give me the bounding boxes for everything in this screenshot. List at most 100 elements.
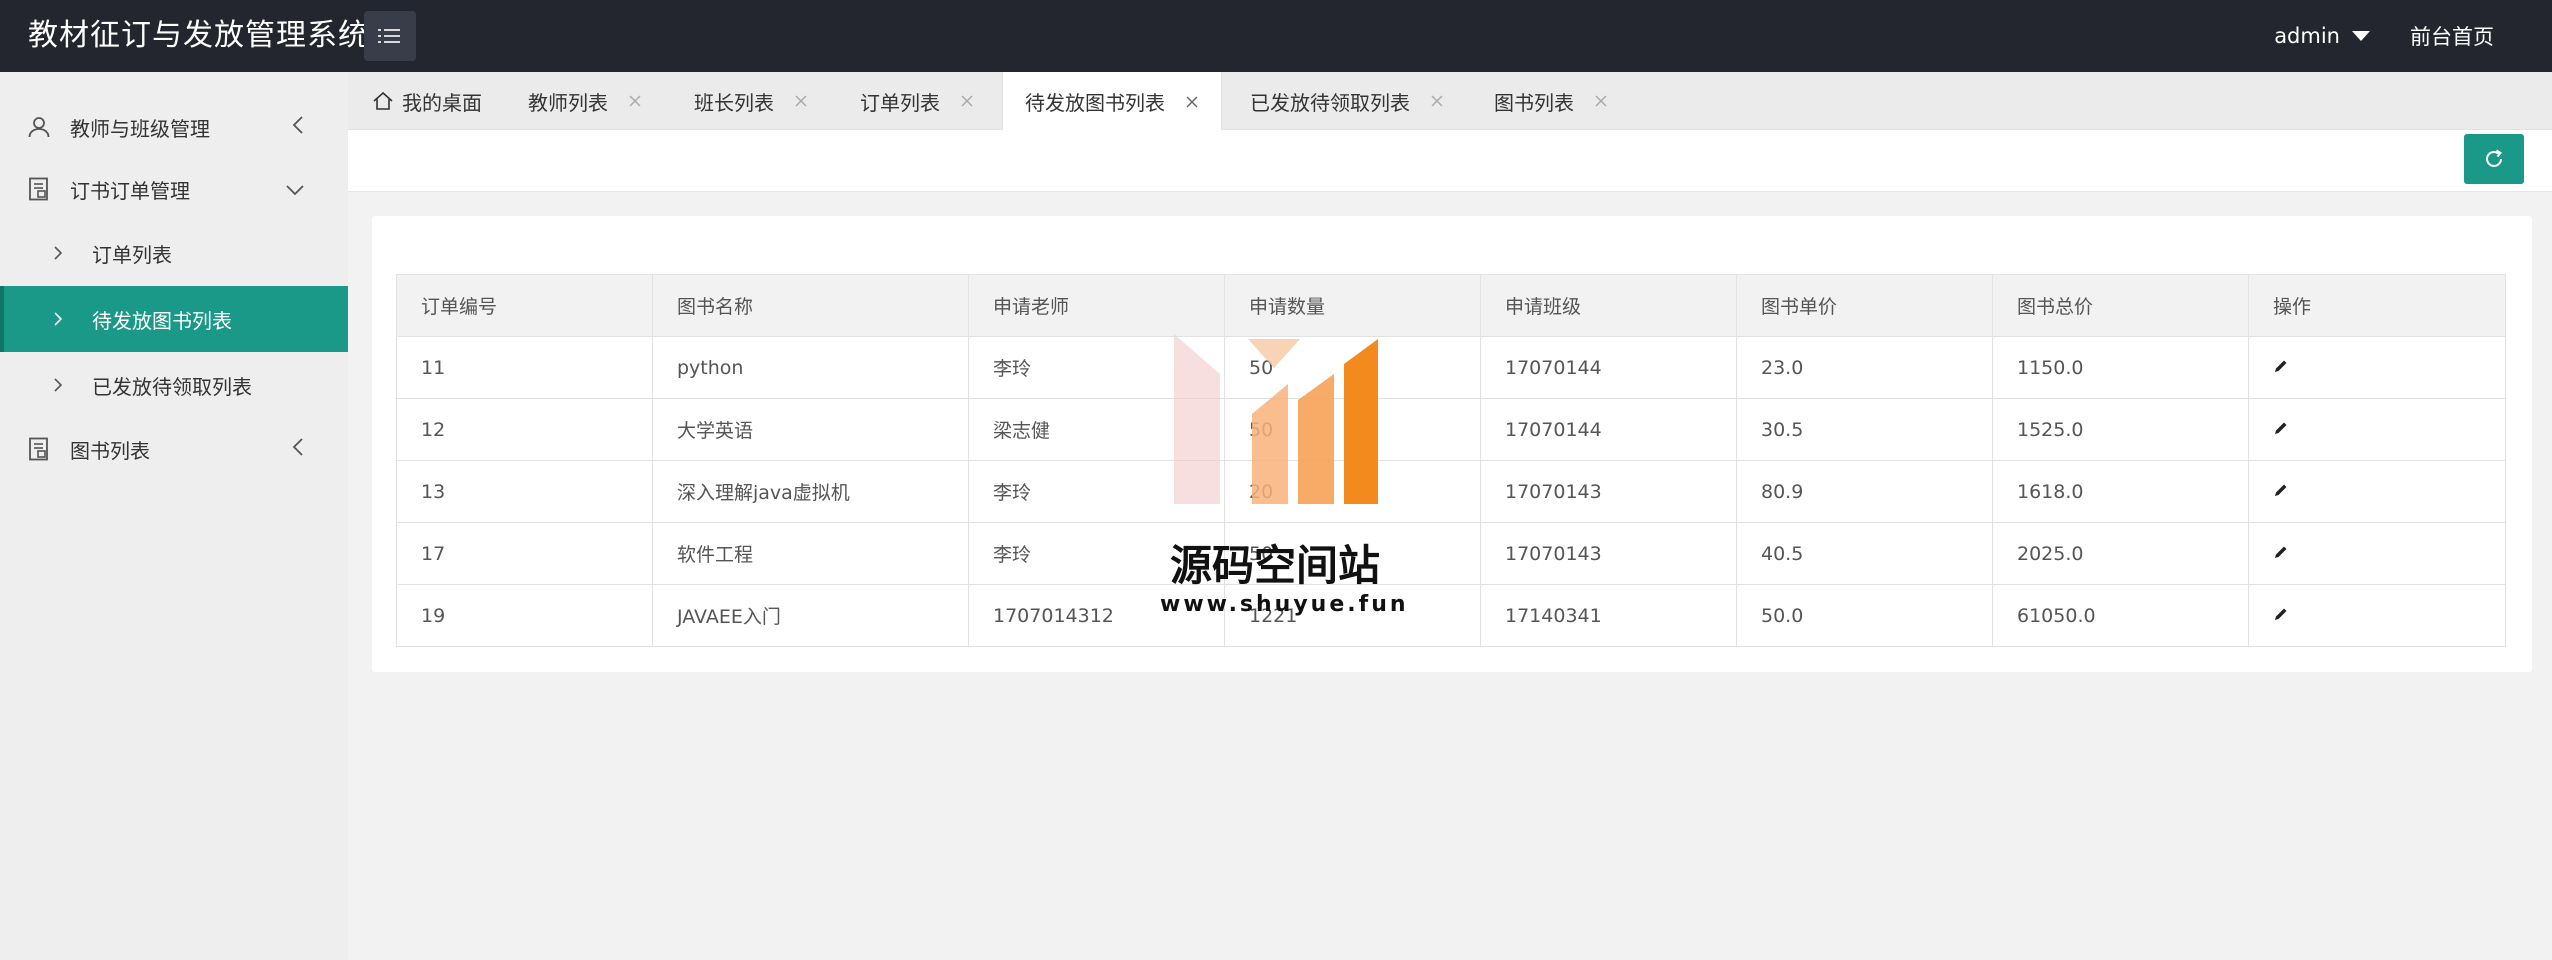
sidebar-group-teacher-class[interactable]: 教师与班级管理	[0, 96, 348, 158]
close-icon[interactable]	[628, 94, 642, 108]
tab-label: 待发放图书列表	[1025, 91, 1165, 115]
tab-label: 已发放待领取列表	[1250, 90, 1410, 115]
cell-class: 17140341	[1480, 584, 1737, 647]
list-icon	[378, 29, 400, 43]
cell-actions	[2248, 584, 2506, 647]
close-icon[interactable]	[1430, 94, 1444, 108]
top-header: 教材征订与发放管理系统 admin 前台首页	[0, 0, 2552, 72]
cell-teacher: 李玲	[968, 522, 1225, 585]
table-row: 19 JAVAEE入门 1707014312 1221 17140341 50.…	[396, 584, 2506, 647]
app-title: 教材征订与发放管理系统	[28, 18, 369, 53]
cell-book-name: 深入理解java虚拟机	[652, 460, 969, 523]
cell-order-id: 11	[396, 336, 653, 399]
cell-total-price: 1525.0	[1992, 398, 2249, 461]
tab-teacher-list[interactable]: 教师列表	[528, 72, 642, 130]
table-row: 12 大学英语 梁志健 50 17070144 30.5 1525.0	[396, 398, 2506, 461]
cell-class: 17070143	[1480, 522, 1737, 585]
toolbar	[348, 130, 2552, 192]
cell-class: 17070144	[1480, 398, 1737, 461]
close-icon[interactable]	[794, 94, 808, 108]
cell-unit-price: 40.5	[1736, 522, 1993, 585]
chevron-right-icon	[54, 373, 63, 397]
cell-unit-price: 80.9	[1736, 460, 1993, 523]
close-icon[interactable]	[960, 94, 974, 108]
home-icon	[373, 91, 393, 110]
close-icon[interactable]	[1594, 94, 1608, 108]
cell-book-name: python	[652, 336, 969, 399]
cell-total-price: 61050.0	[1992, 584, 2249, 647]
pending-books-table: 订单编号 图书名称 申请老师 申请数量 申请班级 图书单价 图书总价 操作 11…	[396, 274, 2506, 647]
menu-toggle-button[interactable]	[364, 11, 416, 61]
sidebar-group-orders[interactable]: 订书订单管理	[0, 158, 348, 220]
user-icon	[26, 114, 52, 140]
cell-teacher: 1707014312	[968, 584, 1225, 647]
column-header: 图书名称	[652, 274, 969, 337]
tab-issued-unclaimed[interactable]: 已发放待领取列表	[1250, 72, 1444, 130]
cell-quantity: 20	[1224, 460, 1481, 523]
chevron-down-icon	[286, 177, 304, 201]
tab-label: 图书列表	[1494, 90, 1574, 115]
cell-total-price: 1150.0	[1992, 336, 2249, 399]
cell-unit-price: 23.0	[1736, 336, 1993, 399]
frontend-home-link[interactable]: 前台首页	[2410, 21, 2494, 51]
tab-order-list[interactable]: 订单列表	[860, 72, 974, 130]
cell-order-id: 17	[396, 522, 653, 585]
cell-book-name: 软件工程	[652, 522, 969, 585]
cell-teacher: 梁志健	[968, 398, 1225, 461]
cell-teacher: 李玲	[968, 336, 1225, 399]
sidebar-item-label: 已发放待领取列表	[92, 374, 252, 399]
cell-order-id: 12	[396, 398, 653, 461]
cell-quantity: 1221	[1224, 584, 1481, 647]
edit-icon[interactable]	[2273, 357, 2289, 379]
tab-monitor-list[interactable]: 班长列表	[694, 72, 808, 130]
column-header: 申请数量	[1224, 274, 1481, 337]
cell-teacher: 李玲	[968, 460, 1225, 523]
tab-label: 订单列表	[860, 90, 940, 115]
sidebar-item-label: 待发放图书列表	[92, 308, 232, 333]
sidebar-item-issued-unclaimed[interactable]: 已发放待领取列表	[0, 352, 348, 418]
refresh-button[interactable]	[2464, 134, 2524, 184]
table-row: 17 软件工程 李玲 50 17070143 40.5 2025.0	[396, 522, 2506, 585]
cell-class: 17070143	[1480, 460, 1737, 523]
document-icon	[26, 436, 52, 462]
tab-pending-books[interactable]: 待发放图书列表	[1002, 72, 1222, 131]
tab-my-desktop[interactable]: 我的桌面	[372, 72, 482, 130]
column-header: 图书单价	[1736, 274, 1993, 337]
column-header: 操作	[2248, 274, 2506, 337]
column-header: 订单编号	[396, 274, 653, 337]
sidebar-group-books[interactable]: 图书列表	[0, 418, 348, 480]
sidebar-item-order-list[interactable]: 订单列表	[0, 220, 348, 286]
edit-icon[interactable]	[2273, 419, 2289, 441]
edit-icon[interactable]	[2273, 605, 2289, 627]
user-menu[interactable]: admin	[2274, 24, 2370, 48]
username: admin	[2274, 24, 2340, 48]
tab-label: 班长列表	[694, 90, 774, 115]
cell-class: 17070144	[1480, 336, 1737, 399]
cell-unit-price: 50.0	[1736, 584, 1993, 647]
cell-actions	[2248, 522, 2506, 585]
tab-bar: 我的桌面 教师列表 班长列表 订单列表 待发放图书列表 已发放待领取列表 图书列…	[348, 72, 2552, 131]
sidebar-item-pending-books[interactable]: 待发放图书列表	[0, 286, 348, 352]
cell-book-name: JAVAEE入门	[652, 584, 969, 647]
close-icon[interactable]	[1185, 95, 1199, 109]
cell-actions	[2248, 336, 2506, 399]
tab-book-list[interactable]: 图书列表	[1494, 72, 1608, 130]
refresh-icon	[2486, 149, 2503, 167]
sidebar-item-label: 订单列表	[92, 242, 172, 267]
table-header-row: 订单编号 图书名称 申请老师 申请数量 申请班级 图书单价 图书总价 操作	[396, 274, 2506, 337]
sidebar: 教师与班级管理 订书订单管理 订单列表 待发放图书列表 已发放待领取列表 图书列…	[0, 72, 348, 960]
caret-down-icon	[2352, 31, 2370, 41]
cell-actions	[2248, 460, 2506, 523]
chevron-right-icon	[54, 307, 63, 331]
cell-order-id: 13	[396, 460, 653, 523]
cell-order-id: 19	[396, 584, 653, 647]
document-icon	[26, 176, 52, 202]
edit-icon[interactable]	[2273, 481, 2289, 503]
content-card: 订单编号 图书名称 申请老师 申请数量 申请班级 图书单价 图书总价 操作 11…	[372, 216, 2532, 672]
sidebar-group-label: 图书列表	[70, 438, 150, 463]
column-header: 申请老师	[968, 274, 1225, 337]
tab-label: 教师列表	[528, 90, 608, 115]
chevron-left-icon	[292, 437, 304, 461]
tab-label: 我的桌面	[402, 90, 482, 115]
edit-icon[interactable]	[2273, 543, 2289, 565]
